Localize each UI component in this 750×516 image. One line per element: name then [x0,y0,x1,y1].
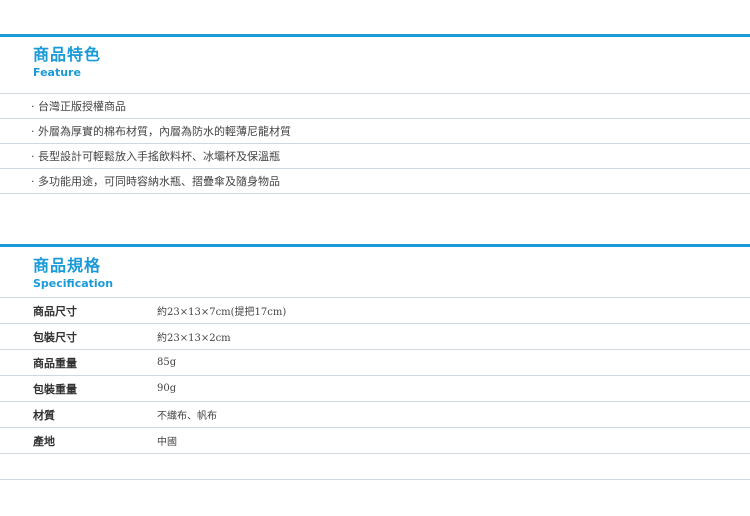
spec-label: 包裝重量 [33,382,77,396]
table-row: 產地 中國 [0,428,750,454]
spec-title: 商品規格 [33,256,102,275]
spec-label: 商品尺寸 [33,304,77,318]
spec-value: 85g [157,357,177,368]
spec-label: 材質 [33,408,55,422]
table-row: 包裝重量 90g [0,376,750,402]
spec-value: 約23×13×2cm [157,333,231,344]
spec-value: 不織布、帆布 [157,411,217,422]
feature-title: 商品特色 [33,45,102,64]
feature-subtitle: Feature [33,66,81,79]
spec-value: 約23×13×7cm(提把17cm) [157,307,287,318]
list-item: · 台灣正版授權商品 [0,94,750,119]
spec-header: 商品規格 Specification [0,247,750,297]
table-row: 包裝尺寸 約23×13×2cm [0,324,750,350]
spec-value: 中國 [157,437,177,448]
spec-section: 商品規格 Specification 商品尺寸 約23×13×7cm(提把17c… [0,244,750,480]
bullet-icon: · [31,149,35,163]
bullet-icon: · [31,124,35,138]
spec-label: 包裝尺寸 [33,330,77,344]
bullet-icon: · [31,99,35,113]
feature-text: 台灣正版授權商品 [38,100,126,113]
feature-section: 商品特色 Feature · 台灣正版授權商品 · 外層為厚實的棉布材質，內層為防水… [0,34,750,194]
feature-header: 商品特色 Feature [0,37,750,93]
spec-label: 商品重量 [33,356,77,370]
list-item: · 多功能用途，可同時容納水瓶、摺疊傘及隨身物品 [0,169,750,194]
list-item: · 外層為厚實的棉布材質，內層為防水的輕薄尼龍材質 [0,119,750,144]
spec-table: 商品尺寸 約23×13×7cm(提把17cm) 包裝尺寸 約23×13×2cm … [0,297,750,480]
spec-value: 90g [157,383,177,394]
spec-subtitle: Specification [33,277,114,290]
table-row: 商品尺寸 約23×13×7cm(提把17cm) [0,298,750,324]
feature-text: 外層為厚實的棉布材質，內層為防水的輕薄尼龍材質 [38,125,291,138]
spec-label: 產地 [33,434,55,448]
table-row-empty [0,454,750,480]
feature-text: 多功能用途，可同時容納水瓶、摺疊傘及隨身物品 [38,175,280,188]
list-item: · 長型設計可輕鬆放入手搖飲料杯、冰壩杯及保溫瓶 [0,144,750,169]
feature-text: 長型設計可輕鬆放入手搖飲料杯、冰壩杯及保溫瓶 [38,150,280,163]
table-row: 商品重量 85g [0,350,750,376]
table-row: 材質 不織布、帆布 [0,402,750,428]
bullet-icon: · [31,174,35,188]
feature-list: · 台灣正版授權商品 · 外層為厚實的棉布材質，內層為防水的輕薄尼龍材質 · 長型設計… [0,93,750,194]
